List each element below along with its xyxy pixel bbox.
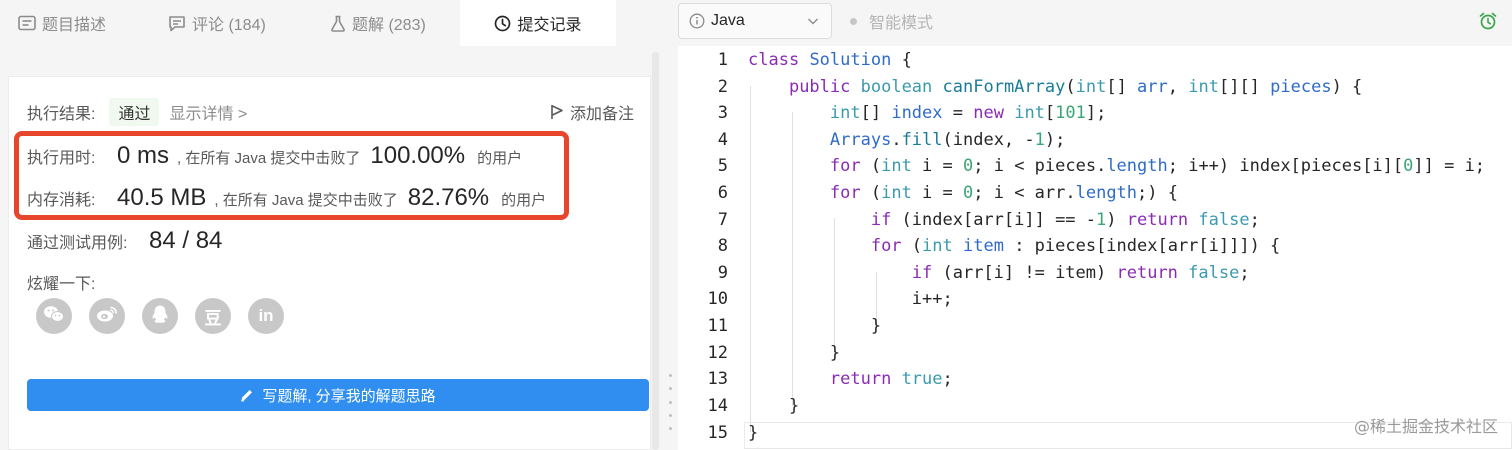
code-line: 10 i++; [707, 289, 953, 310]
code-line: 9 if (arr[i] != item) return false; [717, 263, 1250, 284]
memory-stat: 内存消耗: 40.5 MB , 在所有 Java 提交中击败了 82.76% 的… [27, 184, 546, 214]
memory-middle-text: , 在所有 Java 提交中击败了 [214, 192, 398, 209]
runtime-value: 0 ms [117, 142, 170, 169]
code-line: 7 if (index[arr[i]] == -1) return false; [717, 210, 1260, 231]
douban-icon: 豆 [204, 308, 222, 328]
tab-solutions-label: 题解 (283) [352, 17, 426, 34]
smart-mode-toggle[interactable]: 智能模式 [850, 0, 933, 42]
code-line: 5 for (int i = 0; i < pieces.length; i++… [717, 156, 1486, 177]
tab-description-label: 题目描述 [42, 17, 107, 34]
add-note-button[interactable]: 添加备注 [550, 100, 634, 124]
code-line: 3 int[] index = new int[101]; [717, 103, 1107, 124]
code-line: 2 public boolean canFormArray(int[] arr,… [717, 77, 1363, 98]
smart-mode-label: 智能模式 [869, 15, 934, 32]
share-label: 炫耀一下: [27, 276, 96, 293]
memory-suffix: 的用户 [501, 192, 547, 209]
code-line: 6 for (int i = 0; i < arr.length;) { [717, 183, 1178, 204]
runtime-percent: 100.00% [370, 142, 466, 169]
description-icon [18, 15, 36, 31]
write-solution-label: 写题解, 分享我的解题思路 [262, 387, 436, 405]
info-icon [689, 13, 705, 29]
weibo-share-button[interactable] [89, 298, 125, 334]
alarm-clock-icon[interactable] [1478, 11, 1498, 31]
code-line: 8 for (int item : pieces[index[arr[i]]])… [717, 236, 1281, 257]
wechat-share-button[interactable] [36, 298, 72, 334]
code-line: 11 } [707, 316, 882, 337]
language-value: Java [711, 12, 745, 29]
runtime-middle-text: , 在所有 Java 提交中击败了 [177, 150, 361, 167]
testcases-value: 84 / 84 [149, 227, 223, 254]
add-note-label: 添加备注 [570, 106, 635, 123]
smart-mode-dot [850, 17, 857, 25]
tab-submissions-label: 提交记录 [517, 17, 582, 34]
tab-comments-label: 评论 (184) [192, 17, 266, 34]
pane-splitter[interactable] [665, 0, 678, 450]
code-line: 13 return true; [707, 369, 953, 390]
show-details-link[interactable]: 显示详情 > [169, 100, 247, 124]
qq-share-button[interactable] [142, 298, 178, 334]
weibo-icon [96, 305, 118, 328]
qq-icon [151, 304, 169, 329]
status-badge: 通过 [109, 98, 160, 126]
runtime-stat: 执行用时: 0 ms , 在所有 Java 提交中击败了 100.00% 的用户 [27, 142, 522, 172]
wechat-icon [43, 305, 65, 328]
testcases-label: 通过测试用例: [27, 235, 128, 252]
tab-comments[interactable]: 评论 (184) [168, 0, 266, 46]
memory-label: 内存消耗: [27, 192, 96, 209]
pencil-icon [240, 388, 254, 402]
panel-scrollbar[interactable] [652, 52, 659, 450]
clock-icon [494, 15, 511, 32]
editor-toolbar: Java 智能模式 [678, 0, 1512, 46]
code-line: 4 Arrays.fill(index, -1); [717, 130, 1066, 151]
linkedin-icon: in [258, 306, 274, 325]
comment-icon [168, 15, 186, 32]
tab-submissions[interactable]: 提交记录 [460, 0, 616, 46]
linkedin-share-button[interactable]: in [248, 298, 284, 334]
code-line: 12 } [707, 343, 841, 364]
drag-handle-icon[interactable] [669, 374, 673, 430]
douban-share-button[interactable]: 豆 [195, 298, 231, 334]
result-row: 执行结果: 通过 显示详情 > [27, 98, 247, 126]
language-select[interactable]: Java [678, 3, 832, 39]
memory-percent: 82.76% [407, 184, 490, 211]
problem-tabbar: 题目描述 评论 (184) 题解 (283) 提交记录 [0, 0, 665, 46]
tab-solutions[interactable]: 题解 (283) [330, 0, 426, 46]
testcases-stat: 通过测试用例: 84 / 84 [27, 227, 222, 255]
tab-description[interactable]: 题目描述 [18, 0, 106, 46]
runtime-label: 执行用时: [27, 150, 96, 167]
chevron-down-icon [807, 13, 819, 29]
code-line: 1 class Solution { [717, 50, 912, 71]
memory-value: 40.5 MB [117, 184, 207, 211]
watermark: @稀土掘金技术社区 [1353, 417, 1498, 436]
result-label: 执行结果: [27, 106, 96, 123]
runtime-suffix: 的用户 [477, 150, 523, 167]
flask-icon [330, 15, 346, 32]
flag-icon [550, 104, 564, 120]
write-solution-button[interactable]: 写题解, 分享我的解题思路 [27, 379, 649, 411]
code-editor[interactable]: 1 class Solution { 2 public boolean canFo… [678, 46, 1512, 450]
